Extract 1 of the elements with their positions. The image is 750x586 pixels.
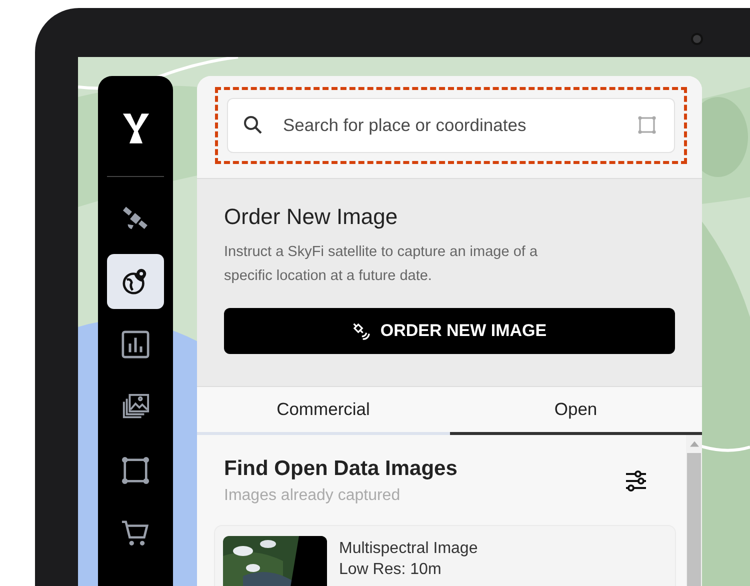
camera-dot [693,35,701,43]
